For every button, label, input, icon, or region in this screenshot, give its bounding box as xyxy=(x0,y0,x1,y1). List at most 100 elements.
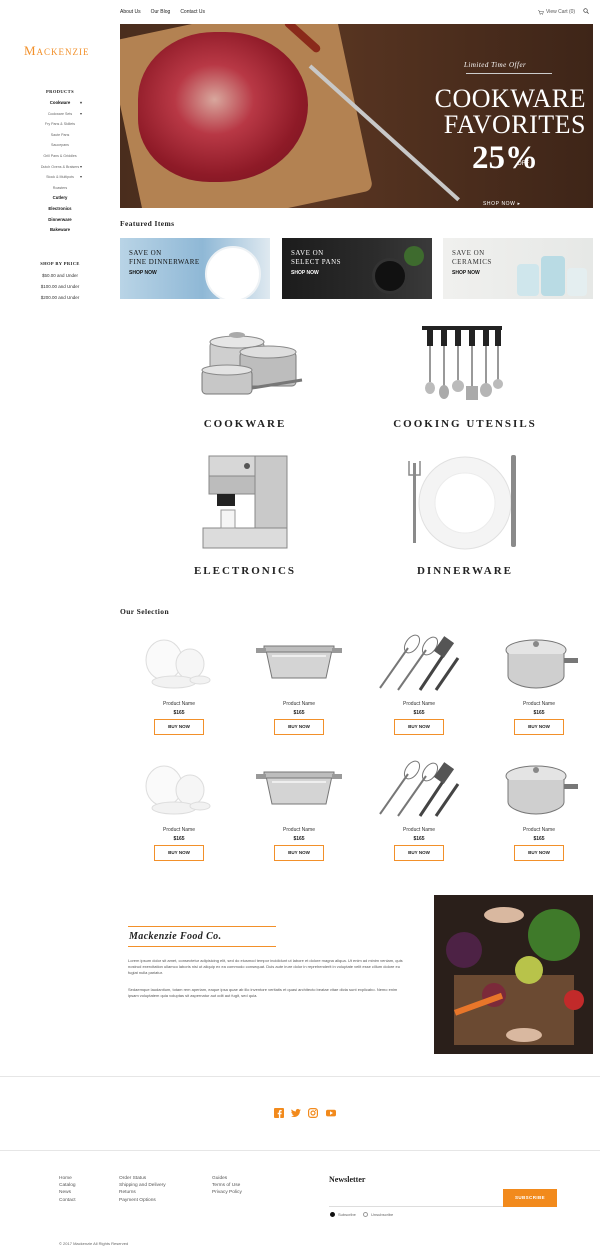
sidebar-item[interactable]: Fry Pans & Skillets xyxy=(0,119,120,130)
chevron-down-icon[interactable]: ▾ xyxy=(80,172,82,183)
sidebar-item-label: Grill Pans & Griddles xyxy=(43,153,77,158)
footer-link[interactable]: Payment Options xyxy=(119,1197,166,1204)
newsletter-email-input[interactable] xyxy=(329,1189,503,1207)
promo-text: SAVE ON CERAMICS xyxy=(452,249,492,267)
product-name[interactable]: Product Name xyxy=(379,827,459,833)
food-prep-image xyxy=(434,895,593,1054)
ceramic-jar-image xyxy=(517,264,539,296)
category-cookware[interactable]: COOKWARE xyxy=(180,418,310,430)
sidebar-category-list: Cookware ▾ Cookware Sets ▾ Fry Pans & Skille… xyxy=(0,98,120,236)
facebook-icon[interactable] xyxy=(274,1108,284,1118)
product-image[interactable] xyxy=(254,758,344,818)
product-price: $165 xyxy=(413,836,425,842)
sidebar-item-label: Cookware Sets xyxy=(47,111,73,116)
hero-banner[interactable]: Limited Time Offer COOKWARE FAVORITES 25… xyxy=(120,24,593,208)
ceramic-jar-image xyxy=(567,268,587,296)
footer-link[interactable]: Contact xyxy=(59,1197,76,1204)
category-dinnerware[interactable]: DINNERWARE xyxy=(390,565,540,577)
unsubscribe-option[interactable]: Unsubscribe xyxy=(363,1212,393,1217)
product-name[interactable]: Product Name xyxy=(379,701,459,707)
subscribe-button[interactable]: SUBSCRIBE xyxy=(503,1189,557,1207)
dinnerware-image[interactable] xyxy=(385,445,545,560)
youtube-icon[interactable] xyxy=(326,1108,336,1118)
hero-shop-now-button[interactable]: SHOP NOW ▸ xyxy=(483,201,521,207)
chevron-down-icon[interactable]: ▾ xyxy=(80,98,82,109)
sidebar-item[interactable]: Cutlery xyxy=(0,193,120,204)
electronics-image[interactable] xyxy=(195,448,295,553)
buy-now-button[interactable]: BUY NOW xyxy=(514,719,564,735)
sidebar-item[interactable]: Dutch Ovens & Braisers ▾ xyxy=(0,162,120,173)
nav-our-blog[interactable]: Our Blog xyxy=(151,9,171,15)
buy-now-button[interactable]: BUY NOW xyxy=(154,719,204,735)
chevron-down-icon[interactable]: ▾ xyxy=(80,109,82,120)
search-icon[interactable] xyxy=(583,8,589,14)
promo-shop-now[interactable]: SHOP NOW xyxy=(452,270,480,276)
sidebar-item[interactable]: Stock & Multipots ▾ xyxy=(0,172,120,183)
product-name[interactable]: Product Name xyxy=(139,827,219,833)
sidebar-item[interactable]: Saute Pans xyxy=(0,130,120,141)
price-filter-item[interactable]: $200.00 and Under xyxy=(0,292,120,303)
buy-now-button[interactable]: BUY NOW xyxy=(274,845,324,861)
sidebar-item[interactable]: Roasters xyxy=(0,183,120,194)
buy-now-button[interactable]: BUY NOW xyxy=(394,719,444,735)
product-image[interactable] xyxy=(374,758,464,818)
footer-links-col: Guides Terms of Use Privacy Policy xyxy=(212,1175,242,1197)
about-top-rule xyxy=(128,926,276,927)
buy-now-button[interactable]: BUY NOW xyxy=(514,845,564,861)
product-image[interactable] xyxy=(134,758,224,818)
view-cart-link[interactable]: View Cart (0) xyxy=(538,9,575,15)
sidebar-item[interactable]: Saucepans xyxy=(0,140,120,151)
category-electronics[interactable]: ELECTRONICS xyxy=(180,565,310,577)
promo-shop-now[interactable]: SHOP NOW xyxy=(129,270,157,276)
sidebar-item[interactable]: Cookware Sets ▾ xyxy=(0,109,120,120)
product-name[interactable]: Product Name xyxy=(499,701,579,707)
product-image[interactable] xyxy=(134,632,224,692)
featured-items-title: Featured Items xyxy=(120,219,175,228)
product-name[interactable]: Product Name xyxy=(259,827,339,833)
price-filter-item[interactable]: $50.00 and Under xyxy=(0,270,120,281)
product-image[interactable] xyxy=(374,632,464,692)
footer-link[interactable]: Shipping and Delivery xyxy=(119,1182,166,1189)
sidebar-item[interactable]: Electronics xyxy=(0,204,120,215)
sidebar-item[interactable]: Cookware ▾ xyxy=(0,98,120,109)
product-name[interactable]: Product Name xyxy=(139,701,219,707)
promo-dinnerware[interactable]: SAVE ON FINE DINNERWARE SHOP NOW xyxy=(120,238,270,299)
price-filter-item[interactable]: $100.00 and Under xyxy=(0,281,120,292)
nav-contact-us[interactable]: Contact Us xyxy=(180,9,205,15)
chevron-down-icon[interactable]: ▾ xyxy=(80,162,82,173)
cookware-image[interactable] xyxy=(180,318,310,408)
footer-link[interactable]: Privacy Policy xyxy=(212,1189,242,1196)
footer-link[interactable]: Home xyxy=(59,1175,76,1182)
product-image[interactable] xyxy=(494,632,584,692)
footer-link[interactable]: Terms of Use xyxy=(212,1182,242,1189)
category-cooking-utensils[interactable]: COOKING UTENSILS xyxy=(390,418,540,430)
product-price: $165 xyxy=(533,836,545,842)
footer-link[interactable]: News xyxy=(59,1189,76,1196)
product-name[interactable]: Product Name xyxy=(259,701,339,707)
footer-link[interactable]: Order Status xyxy=(119,1175,166,1182)
promo-shop-now[interactable]: SHOP NOW xyxy=(291,270,319,276)
product-image[interactable] xyxy=(254,632,344,692)
radio-empty-icon xyxy=(363,1212,368,1217)
instagram-icon[interactable] xyxy=(308,1108,318,1118)
sidebar-item-label: Saucepans xyxy=(51,143,69,148)
nav-about-us[interactable]: About Us xyxy=(120,9,141,15)
promo-ceramics[interactable]: SAVE ON CERAMICS SHOP NOW xyxy=(443,238,593,299)
brand-logo[interactable]: Mackenzie xyxy=(24,43,90,59)
sidebar-item[interactable]: Grill Pans & Griddles xyxy=(0,151,120,162)
footer-link[interactable]: Returns xyxy=(119,1189,166,1196)
buy-now-button[interactable]: BUY NOW xyxy=(394,845,444,861)
twitter-icon[interactable] xyxy=(291,1108,301,1118)
footer-link[interactable]: Catalog xyxy=(59,1182,76,1189)
sidebar-item[interactable]: Dinnerware xyxy=(0,215,120,226)
footer-link[interactable]: Guides xyxy=(212,1175,242,1182)
product-image[interactable] xyxy=(494,758,584,818)
cooking-utensils-image[interactable] xyxy=(408,320,508,410)
subscribe-option[interactable]: Subscribe xyxy=(330,1212,356,1217)
buy-now-button[interactable]: BUY NOW xyxy=(154,845,204,861)
sidebar-item[interactable]: Bakeware xyxy=(0,225,120,236)
buy-now-button[interactable]: BUY NOW xyxy=(274,719,324,735)
newsletter-title: Newsletter xyxy=(329,1175,366,1184)
product-name[interactable]: Product Name xyxy=(499,827,579,833)
promo-pans[interactable]: SAVE ON SELECT PANS SHOP NOW xyxy=(282,238,432,299)
